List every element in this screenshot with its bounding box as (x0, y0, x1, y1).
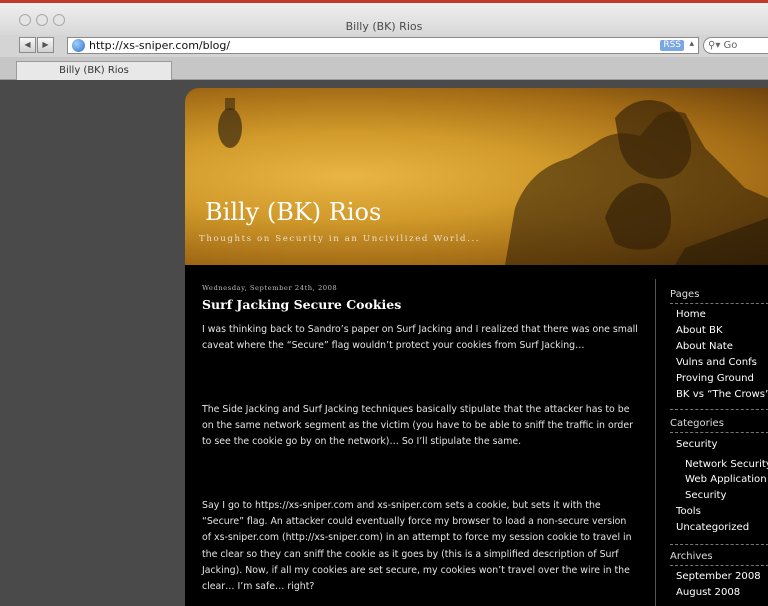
window-titlebar: Billy (BK) Rios (0, 3, 768, 35)
blog-header: Billy (BK) Rios Thoughts on Security in … (185, 88, 768, 265)
forward-arrow-icon: ▶ (42, 40, 49, 49)
window-title: Billy (BK) Rios (345, 20, 423, 33)
category-tools[interactable]: Tools (676, 506, 701, 517)
back-arrow-icon: ◀ (24, 40, 31, 49)
sidebar-item-home[interactable]: Home (676, 309, 706, 320)
sidebar-heading-archives: Archives (670, 551, 713, 562)
category-uncategorized[interactable]: Uncategorized (676, 522, 749, 533)
category-network-security[interactable]: Network Security (685, 459, 768, 470)
divider (670, 565, 768, 566)
search-icon: ⚲▾ (708, 40, 721, 51)
post-paragraph: Say I go to https://xs-sniper.com and xs… (202, 500, 632, 593)
divider (670, 303, 768, 304)
archive-september-2008[interactable]: September 2008 (676, 571, 761, 582)
sidebar-heading-pages: Pages (670, 289, 700, 300)
address-url: http://xs-sniper.com/blog/ (89, 39, 231, 52)
divider (670, 432, 768, 433)
sidebar-item-about-nate[interactable]: About Nate (676, 341, 733, 352)
sidebar-item-vulns-and-confs[interactable]: Vulns and Confs (676, 357, 757, 368)
forward-button[interactable]: ▶ (37, 37, 54, 53)
archive-august-2008[interactable]: August 2008 (676, 587, 740, 598)
post-date: Wednesday, September 24th, 2008 (202, 284, 338, 292)
divider (670, 409, 768, 410)
search-placeholder: ⚲▾ Go (708, 40, 738, 51)
sidebar-item-bk-vs-the-crows[interactable]: BK vs “The Crows” (676, 389, 768, 400)
sidebar-item-about-bk[interactable]: About BK (676, 325, 723, 336)
sidebar-heading-categories: Categories (670, 418, 724, 429)
sidebar: Pages Home About BK About Nate Vulns and… (655, 279, 768, 606)
post-paragraph: The Side Jacking and Surf Jacking techni… (202, 404, 633, 448)
divider (670, 544, 768, 545)
post-paragraph: I was thinking back to Sandro’s paper on… (202, 324, 638, 352)
sidebar-item-proving-ground[interactable]: Proving Ground (676, 373, 754, 384)
post-title[interactable]: Surf Jacking Secure Cookies (202, 297, 401, 312)
category-web-application-security[interactable]: Security (685, 490, 726, 501)
blog-title[interactable]: Billy (BK) Rios (205, 198, 381, 226)
back-button[interactable]: ◀ (19, 37, 36, 53)
rss-menu-icon[interactable]: ▴ (689, 39, 694, 49)
tab-strip: Billy (BK) Rios (0, 57, 768, 80)
category-web-application[interactable]: Web Application (685, 474, 767, 485)
search-field[interactable]: ⚲▾ Go (703, 37, 768, 54)
browser-toolbar: ◀ ▶ http://xs-sniper.com/blog/ RSS ▴ ⚲▾ … (0, 35, 768, 57)
tab-billy-bk-rios[interactable]: Billy (BK) Rios (16, 61, 172, 80)
globe-icon (72, 39, 85, 52)
blog-tagline: Thoughts on Security in an Uncivilized W… (199, 234, 481, 244)
rss-button[interactable]: RSS (660, 40, 684, 51)
address-bar[interactable]: http://xs-sniper.com/blog/ RSS ▴ (67, 37, 699, 54)
category-security[interactable]: Security (676, 439, 717, 450)
